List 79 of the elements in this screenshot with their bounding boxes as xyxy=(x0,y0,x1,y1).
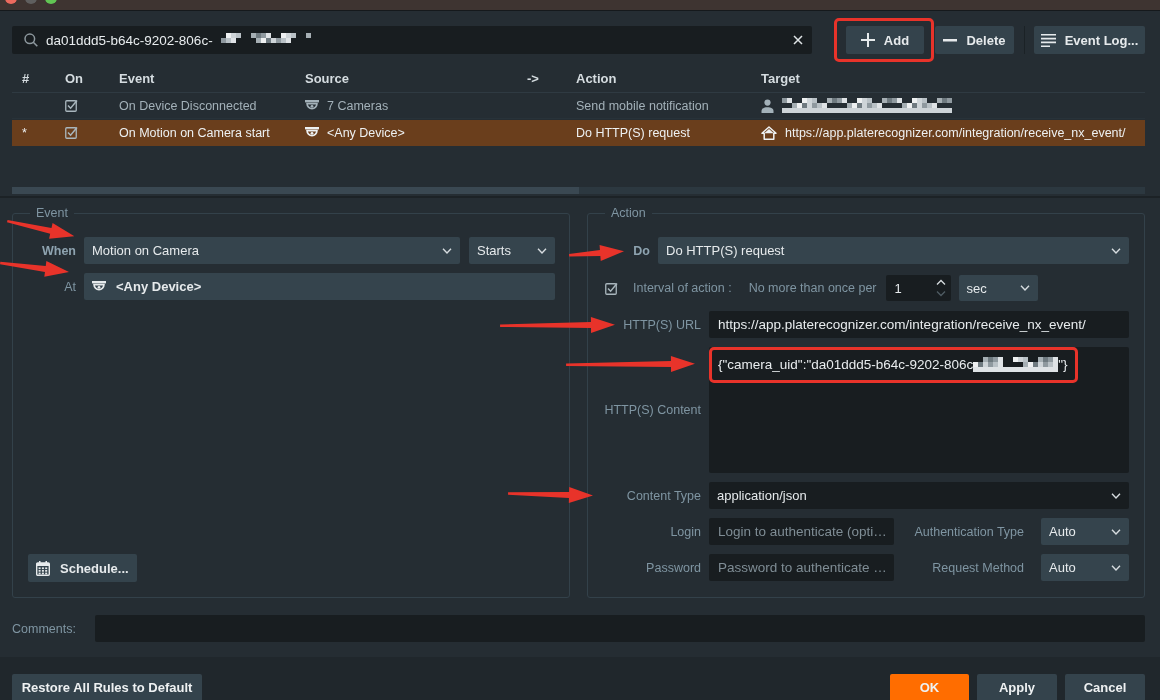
table-cell: On Device Disconnected xyxy=(119,98,257,113)
calendar-icon xyxy=(36,560,50,576)
chevron-down-icon xyxy=(1111,247,1121,254)
search-icon xyxy=(24,33,38,47)
field-label: HTTP(S) URL xyxy=(623,317,701,332)
checkbox[interactable] xyxy=(605,281,618,295)
camera-icon xyxy=(305,99,319,112)
field-label: Request Method xyxy=(932,560,1025,575)
field-label: HTTP(S) Content xyxy=(604,403,701,417)
apply-button[interactable]: Apply xyxy=(977,674,1057,700)
checkbox[interactable] xyxy=(65,126,78,139)
window-close-icon[interactable] xyxy=(5,0,17,4)
chevron-down-icon xyxy=(1111,564,1121,571)
interval-text: No more than once per xyxy=(748,281,877,295)
option-dropdown[interactable]: Auto xyxy=(1041,518,1129,545)
column-header[interactable]: Event xyxy=(119,70,155,86)
table-row[interactable]: On Device Disconnected 7 Cameras Send mobile notification xyxy=(12,93,1145,119)
table-cell: On Motion on Camera start xyxy=(119,125,270,140)
field-label: Content Type xyxy=(626,488,701,503)
column-header[interactable]: Source xyxy=(305,70,350,86)
field-label: Interval of action : xyxy=(633,281,732,295)
group-title: Action xyxy=(610,206,647,221)
field-label: At xyxy=(63,279,76,294)
chevron-down-icon xyxy=(442,247,452,254)
event-type-dropdown[interactable]: Motion on Camera xyxy=(84,237,460,264)
content-field[interactable]: {"camera_uid":"da01ddd5-b64c-9202-806c "} xyxy=(709,347,1129,473)
cancel-button[interactable]: Cancel xyxy=(1065,674,1145,700)
column-header[interactable]: -> xyxy=(527,70,539,86)
scrollbar-thumb[interactable] xyxy=(12,187,579,194)
spin-box[interactable]: 1 xyxy=(885,275,951,301)
table-cell: <Any Device> xyxy=(327,125,405,140)
home-icon xyxy=(761,125,777,140)
close-icon xyxy=(793,35,803,45)
table-cell: https://app.platerecognizer.com/integration/receive_nx_event/ xyxy=(785,125,1126,140)
unit-dropdown[interactable]: sec xyxy=(958,275,1038,301)
field-label: Login xyxy=(670,524,701,539)
plus-icon xyxy=(860,33,875,47)
chevron-down-icon xyxy=(1111,492,1121,499)
event-state-dropdown[interactable]: Starts xyxy=(469,237,555,264)
window-zoom-icon[interactable] xyxy=(45,0,57,4)
camera-icon xyxy=(305,126,319,139)
schedule-button[interactable]: Schedule... xyxy=(28,554,137,582)
column-header[interactable]: Target xyxy=(761,70,800,86)
table-cell: * xyxy=(22,125,27,140)
restore-defaults-button[interactable]: Restore All Rules to Default xyxy=(12,674,202,700)
content-type-dropdown[interactable]: application/json xyxy=(709,482,1129,509)
table-row[interactable]: * On Motion on Camera start <Any Device> Do HTTP(S) request https://app.platerecognizer.com/integration/receive_nx_event/ xyxy=(12,120,1145,146)
chevron-down-icon xyxy=(1019,285,1030,291)
chevron-down-icon xyxy=(537,247,547,254)
delete-button[interactable]: Delete xyxy=(935,26,1014,54)
checkbox[interactable] xyxy=(65,99,78,112)
option-dropdown[interactable]: Auto xyxy=(1041,554,1129,581)
event-log-button[interactable]: Event Log... xyxy=(1034,26,1145,54)
table-cell: 7 Cameras xyxy=(327,98,389,113)
chevron-down-icon xyxy=(1111,528,1121,535)
scrollbar-track[interactable] xyxy=(12,187,1145,194)
field-label: Do xyxy=(632,243,650,258)
camera-icon xyxy=(92,280,106,293)
field-label: When xyxy=(40,243,76,258)
list-icon xyxy=(1040,33,1056,47)
minus-icon xyxy=(943,38,958,42)
group-title: Event xyxy=(35,206,69,221)
column-header[interactable]: Action xyxy=(576,70,617,86)
url-field[interactable]: https://app.platerecognizer.com/integration/receive_nx_event/ xyxy=(709,311,1129,338)
field-label: Comments: xyxy=(12,621,77,636)
input-field[interactable]: Password to authenticate … xyxy=(709,554,894,581)
search-field[interactable]: da01ddd5-b64c-9202-806c- xyxy=(12,26,812,54)
field-label: Password xyxy=(646,560,701,575)
column-header[interactable]: # xyxy=(22,70,30,86)
action-type-dropdown[interactable]: Do HTTP(S) request xyxy=(658,237,1129,264)
add-button[interactable]: Add xyxy=(846,26,924,54)
device-picker[interactable]: <Any Device> xyxy=(84,273,555,300)
table-cell: Do HTTP(S) request xyxy=(576,125,690,140)
table-cell: Send mobile notification xyxy=(576,98,709,113)
input-field[interactable]: Login to authenticate (opti… xyxy=(709,518,894,545)
user-icon xyxy=(761,98,774,113)
column-header[interactable]: On xyxy=(65,70,84,86)
clear-button[interactable] xyxy=(792,34,804,46)
field-label: Authentication Type xyxy=(914,524,1025,539)
